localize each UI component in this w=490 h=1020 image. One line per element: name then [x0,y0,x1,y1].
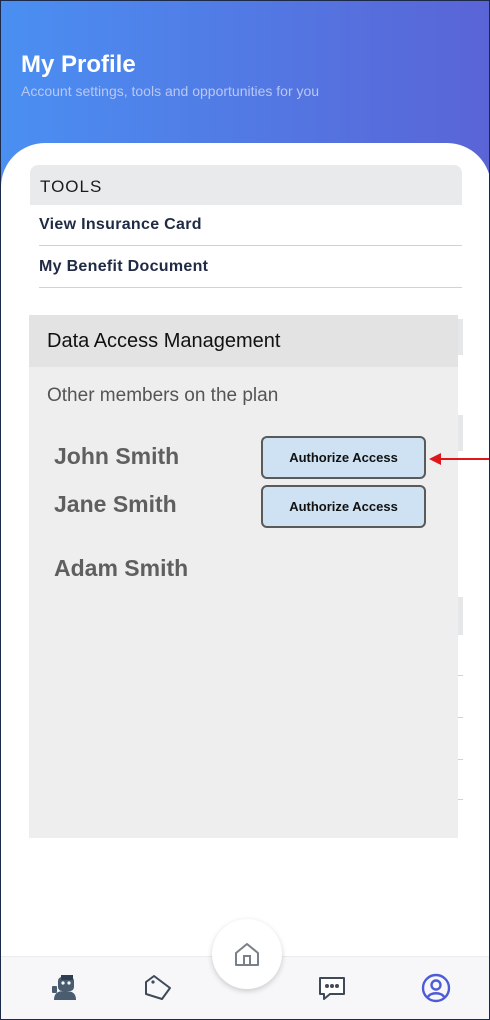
my-benefit-document-link[interactable]: My Benefit Document [39,247,462,288]
nav-doctor[interactable] [48,971,82,1005]
profile-icon [421,973,451,1003]
background-divider [458,675,463,676]
authorize-access-button-john[interactable]: Authorize Access [261,436,426,479]
modal-title: Data Access Management [29,315,458,367]
home-icon [235,943,259,966]
nav-profile[interactable] [419,971,453,1005]
page-title: My Profile [21,51,136,78]
authorize-access-button-jane[interactable]: Authorize Access [261,485,426,528]
member-name-adam: Adam Smith [54,555,189,581]
member-name-john: John Smith [54,443,180,469]
chat-icon [319,977,345,1000]
nav-tag[interactable] [141,971,175,1005]
background-divider [458,717,463,718]
background-section-edge [458,319,463,355]
tag-icon [145,975,171,1000]
background-section-edge [458,597,463,635]
background-divider [458,799,463,800]
home-button[interactable] [212,919,282,989]
doctor-icon [52,975,76,1000]
modal-subtitle: Other members on the plan [47,385,279,406]
data-access-modal: Data Access Management Other members on … [29,315,458,838]
tools-section-header: TOOLS [30,165,462,205]
background-divider [458,759,463,760]
member-name-jane: Jane Smith [54,491,177,517]
page-subtitle: Account settings, tools and opportunitie… [21,83,320,99]
background-section-edge [458,415,463,451]
annotation-arrow [429,453,489,465]
nav-chat[interactable] [315,971,349,1005]
app-screen: My Profile Account settings, tools and o… [0,0,490,1020]
view-insurance-card-link[interactable]: View Insurance Card [39,205,462,246]
